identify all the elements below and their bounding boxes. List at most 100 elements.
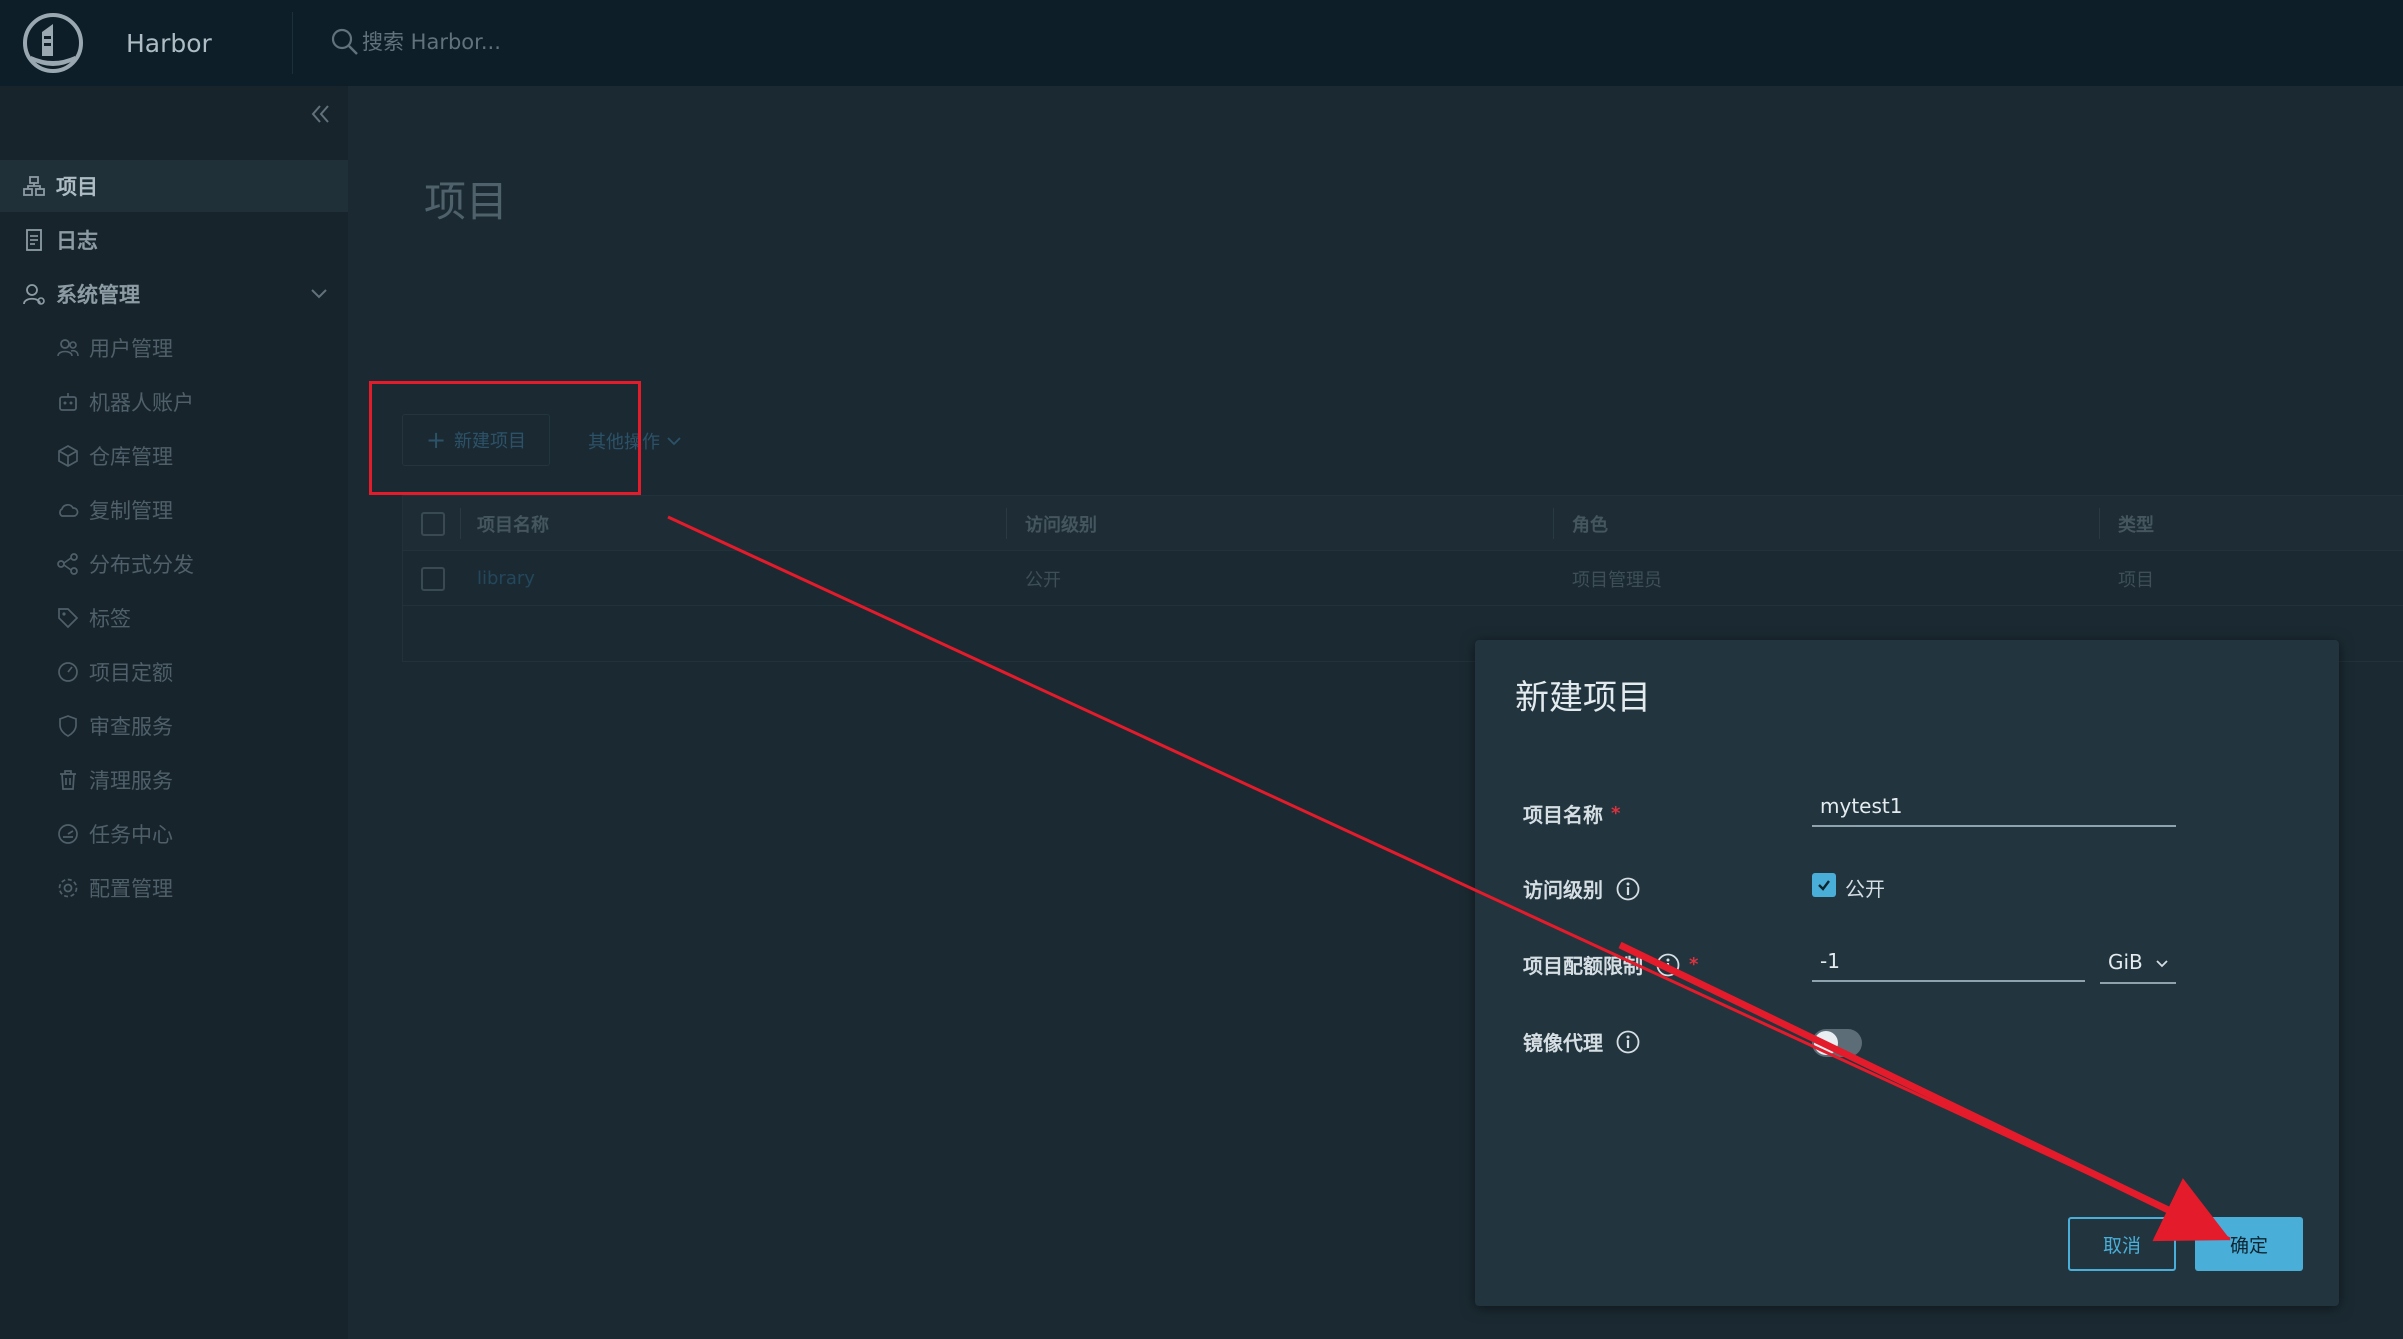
sidebar-item-label: 标签	[89, 607, 131, 631]
sidebar-item-config[interactable]: 配置管理	[0, 862, 348, 914]
column-separator	[1006, 508, 1007, 539]
header-divider	[292, 12, 293, 74]
app-name: Harbor	[126, 28, 212, 58]
top-header: Harbor	[0, 0, 2403, 86]
quota-label: 项目配额限制 *	[1523, 950, 1698, 979]
quota-label-text: 项目配额限制	[1523, 954, 1643, 978]
sidebar-item-jobs[interactable]: 任务中心	[0, 808, 348, 860]
projects-table: 项目名称 访问级别 角色 类型 library 公开 项目管理员 项目	[402, 495, 2403, 662]
global-search[interactable]	[330, 22, 762, 62]
project-name-input[interactable]	[1812, 787, 2176, 827]
sidebar-item-label: 系统管理	[56, 283, 140, 307]
info-icon[interactable]	[1615, 1029, 1641, 1055]
sidebar-item-label: 项目定额	[89, 661, 173, 685]
quota-unit-value: GiB	[2108, 950, 2143, 974]
column-separator	[460, 508, 461, 539]
projects-icon	[23, 176, 45, 196]
page-title: 项目	[424, 177, 509, 226]
quota-unit-select[interactable]: GiB	[2100, 942, 2176, 984]
dialog-title: 新建项目	[1515, 678, 1651, 718]
sidebar-item-label: 审查服务	[89, 715, 173, 739]
proxy-cache-toggle[interactable]	[1812, 1029, 1862, 1057]
required-mark: *	[1611, 803, 1621, 824]
sidebar-item-robots[interactable]: 机器人账户	[0, 376, 348, 428]
sidebar-item-registries[interactable]: 仓库管理	[0, 430, 348, 482]
replication-icon	[59, 504, 79, 517]
cancel-button[interactable]: 取消	[2068, 1217, 2176, 1271]
dashboard-icon	[58, 824, 78, 844]
sidebar-item-label: 仓库管理	[89, 445, 173, 469]
new-project-dialog: 新建项目 项目名称 * 访问级别 公开 项目配额限制	[1475, 640, 2339, 1306]
proxy-cache-label-text: 镜像代理	[1523, 1031, 1603, 1055]
toggle-knob	[1814, 1031, 1838, 1055]
quota-row: 项目配额限制 * GiB	[1475, 938, 2339, 994]
column-header-type[interactable]: 类型	[2118, 496, 2154, 551]
type-cell: 项目	[2118, 569, 2154, 591]
project-name-row: 项目名称 *	[1475, 787, 2339, 843]
harbor-logo-icon	[23, 13, 83, 73]
search-icon	[331, 28, 358, 55]
row-checkbox[interactable]	[421, 567, 445, 591]
column-separator	[2099, 508, 2100, 539]
info-icon[interactable]	[1615, 876, 1641, 902]
sidebar-item-labels[interactable]: 标签	[0, 592, 348, 644]
robot-icon	[59, 393, 77, 411]
sidebar-item-logs[interactable]: 日志	[0, 214, 348, 266]
sidebar-item-label: 任务中心	[89, 823, 173, 847]
sidebar-item-label: 项目	[56, 175, 98, 199]
project-name-link[interactable]: library	[477, 551, 535, 606]
public-checkbox[interactable]	[1812, 873, 1836, 897]
sidebar-item-quotas[interactable]: 项目定额	[0, 646, 348, 698]
chevron-down-icon[interactable]	[306, 281, 332, 307]
quota-icon	[58, 662, 78, 682]
column-header-role[interactable]: 角色	[1572, 496, 1608, 551]
sidebar-item-scanners[interactable]: 审查服务	[0, 700, 348, 752]
required-mark: *	[1689, 954, 1699, 975]
sidebar-item-admin[interactable]: 系统管理	[0, 268, 348, 320]
project-name-label: 项目名称 *	[1523, 799, 1620, 828]
sidebar-item-label: 用户管理	[89, 337, 173, 361]
sidebar-item-label: 机器人账户	[89, 391, 194, 415]
sidebar-item-distribution[interactable]: 分布式分发	[0, 538, 348, 590]
sidebar-item-gc[interactable]: 清理服务	[0, 754, 348, 806]
public-checkbox-label[interactable]: 公开	[1845, 873, 1885, 902]
share-icon	[57, 553, 78, 575]
info-icon[interactable]	[1655, 952, 1681, 978]
collapse-sidebar-icon[interactable]	[306, 100, 334, 128]
admin-icon	[23, 284, 45, 305]
sidebar-item-label: 清理服务	[89, 769, 173, 793]
chevron-down-icon	[667, 437, 681, 446]
sidebar-item-users[interactable]: 用户管理	[0, 322, 348, 374]
column-header-name[interactable]: 项目名称	[477, 496, 549, 551]
access-level-label: 访问级别	[1523, 874, 1641, 903]
table-header-row: 项目名称 访问级别 角色 类型	[403, 496, 2403, 551]
sidebar-item-replications[interactable]: 复制管理	[0, 484, 348, 536]
proxy-cache-label: 镜像代理	[1523, 1027, 1641, 1056]
table-row: library 公开 项目管理员 项目	[403, 551, 2403, 606]
sidebar-item-label: 分布式分发	[89, 553, 194, 577]
column-header-access[interactable]: 访问级别	[1025, 496, 1097, 551]
sidebar-item-projects[interactable]: 项目	[0, 160, 348, 212]
access-level-label-text: 访问级别	[1523, 878, 1603, 902]
access-level-row: 访问级别 公开	[1475, 862, 2339, 918]
check-icon	[1818, 880, 1830, 891]
quota-input[interactable]	[1812, 942, 2085, 982]
proxy-cache-row: 镜像代理	[1475, 1015, 2339, 1071]
shield-icon	[59, 715, 77, 737]
users-icon	[57, 339, 79, 357]
trash-icon	[60, 770, 76, 790]
confirm-button[interactable]: 确定	[2195, 1217, 2303, 1271]
access-level-cell: 公开	[1025, 569, 1061, 591]
chevron-down-icon	[2156, 960, 2168, 968]
gear-icon	[58, 878, 78, 898]
select-all-checkbox[interactable]	[421, 512, 445, 536]
sidebar-item-label: 日志	[56, 229, 98, 253]
sidebar-item-label: 复制管理	[89, 499, 173, 523]
registry-icon	[58, 445, 78, 467]
search-input[interactable]	[362, 24, 762, 60]
project-name-label-text: 项目名称	[1523, 803, 1603, 827]
sidebar: 项目 日志 系统管理 用户管理 机器人账户 仓库管理 复制管理 分布式分发 标签…	[0, 86, 348, 1339]
column-separator	[1553, 508, 1554, 539]
brand[interactable]: Harbor	[22, 10, 212, 76]
tag-icon	[58, 608, 79, 629]
